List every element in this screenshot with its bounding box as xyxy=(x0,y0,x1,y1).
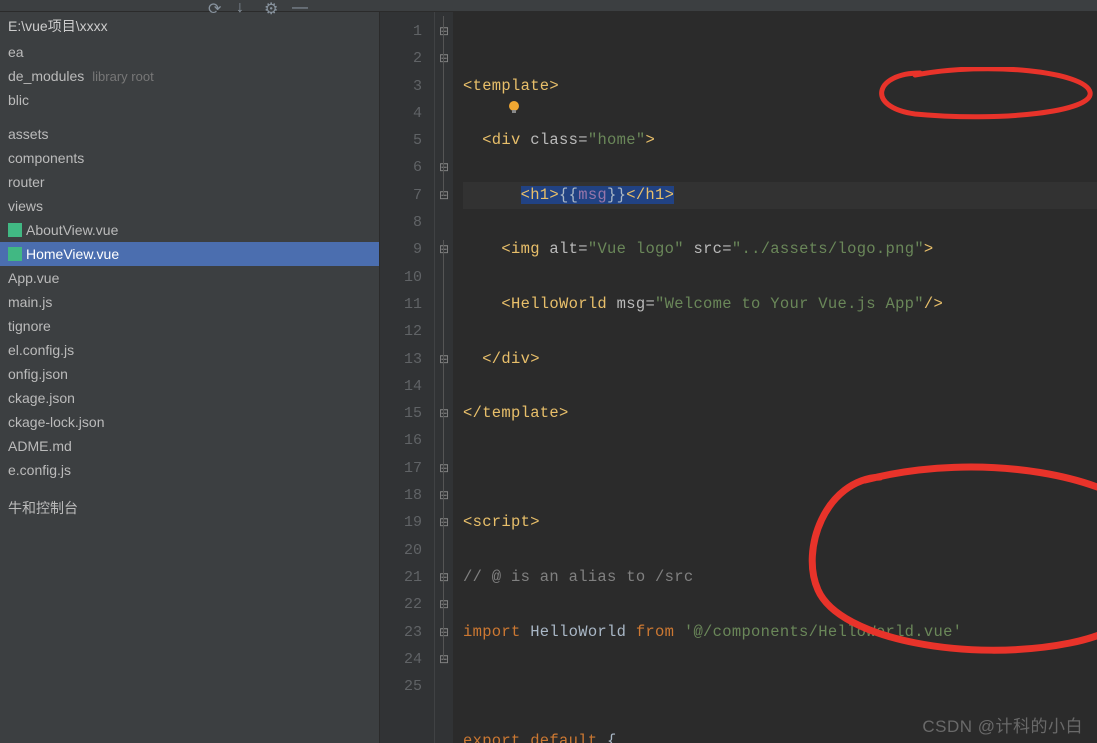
fold-end-icon[interactable]: ⊟ xyxy=(435,646,453,673)
tree-item[interactable]: tignore xyxy=(0,314,379,338)
tree-item[interactable]: ckage.json xyxy=(0,386,379,410)
tree-item-router[interactable]: router xyxy=(0,170,379,194)
fold-icon[interactable]: ⊟ xyxy=(435,45,453,72)
tree-item-views[interactable]: views xyxy=(0,194,379,218)
tree-item-components[interactable]: components xyxy=(0,146,379,170)
main-area: E:\vue项目\xxxx ea de_modules library root… xyxy=(0,12,1097,743)
fold-end-icon[interactable]: ⊟ xyxy=(435,182,453,209)
fold-end-icon[interactable]: ⊟ xyxy=(435,455,453,482)
fold-icon[interactable]: ⊟ xyxy=(435,18,453,45)
fold-icon[interactable]: ⊟ xyxy=(435,482,453,509)
code-editor[interactable]: <template> <div class="home"> <h1>{{msg}… xyxy=(453,12,1097,743)
tree-item[interactable]: main.js xyxy=(0,290,379,314)
toolbar-icons: ⟳ ↓ ⚙ — xyxy=(208,0,306,13)
tree-item[interactable]: onfig.json xyxy=(0,362,379,386)
tree-item-assets[interactable]: assets xyxy=(0,122,379,146)
fold-icon[interactable]: ⊟ xyxy=(435,400,453,427)
hide-icon[interactable]: — xyxy=(292,0,306,13)
refresh-icon[interactable]: ⟳ xyxy=(208,0,222,13)
divider xyxy=(0,482,379,494)
down-icon[interactable]: ↓ xyxy=(236,0,250,13)
tree-item[interactable]: ea xyxy=(0,40,379,64)
watermark: CSDN @计科的小白 xyxy=(922,712,1083,737)
vue-file-icon xyxy=(8,247,22,261)
editor-area: 1 2 3 4 5 6 7 8 9 10 11 12 13 14 15 16 1… xyxy=(380,12,1097,743)
project-root[interactable]: E:\vue项目\xxxx xyxy=(0,12,379,40)
tree-item[interactable]: e.config.js xyxy=(0,458,379,482)
tree-item[interactable]: ADME.md xyxy=(0,434,379,458)
tree-item[interactable]: App.vue xyxy=(0,266,379,290)
top-toolbar: ⟳ ↓ ⚙ — xyxy=(0,0,1097,12)
tree-item-console[interactable]: 牛和控制台 xyxy=(0,494,379,522)
fold-end-icon[interactable]: ⊟ xyxy=(435,591,453,618)
lightbulb-icon[interactable] xyxy=(429,71,445,87)
tree-item-node-modules[interactable]: de_modules library root xyxy=(0,64,379,88)
tree-item-homeview[interactable]: HomeView.vue xyxy=(0,242,379,266)
fold-icon[interactable]: ⊟ xyxy=(435,346,453,373)
fold-icon[interactable]: ⊟ xyxy=(435,509,453,536)
project-sidebar[interactable]: E:\vue项目\xxxx ea de_modules library root… xyxy=(0,12,380,743)
fold-gutter: ⊟ ⊟ ⊟ ⊟ ⊟ ⊟ ⊟ ⊟ ⊟ ⊟ ⊟ ⊟ ⊟ ⊟ xyxy=(435,12,453,743)
vue-file-icon xyxy=(8,223,22,237)
tree-item[interactable]: el.config.js xyxy=(0,338,379,362)
fold-end-icon[interactable]: ⊟ xyxy=(435,619,453,646)
tree-item-aboutview[interactable]: AboutView.vue xyxy=(0,218,379,242)
fold-end-icon[interactable]: ⊟ xyxy=(435,564,453,591)
divider xyxy=(0,112,379,122)
tree-item[interactable]: blic xyxy=(0,88,379,112)
fold-icon[interactable]: ⊟ xyxy=(435,236,453,263)
fold-end-icon[interactable]: ⊟ xyxy=(435,154,453,181)
tree-item[interactable]: ckage-lock.json xyxy=(0,410,379,434)
settings-icon[interactable]: ⚙ xyxy=(264,0,278,13)
project-root-label: E:\vue项目\xxxx xyxy=(8,16,108,36)
line-number-gutter: 1 2 3 4 5 6 7 8 9 10 11 12 13 14 15 16 1… xyxy=(380,12,435,743)
